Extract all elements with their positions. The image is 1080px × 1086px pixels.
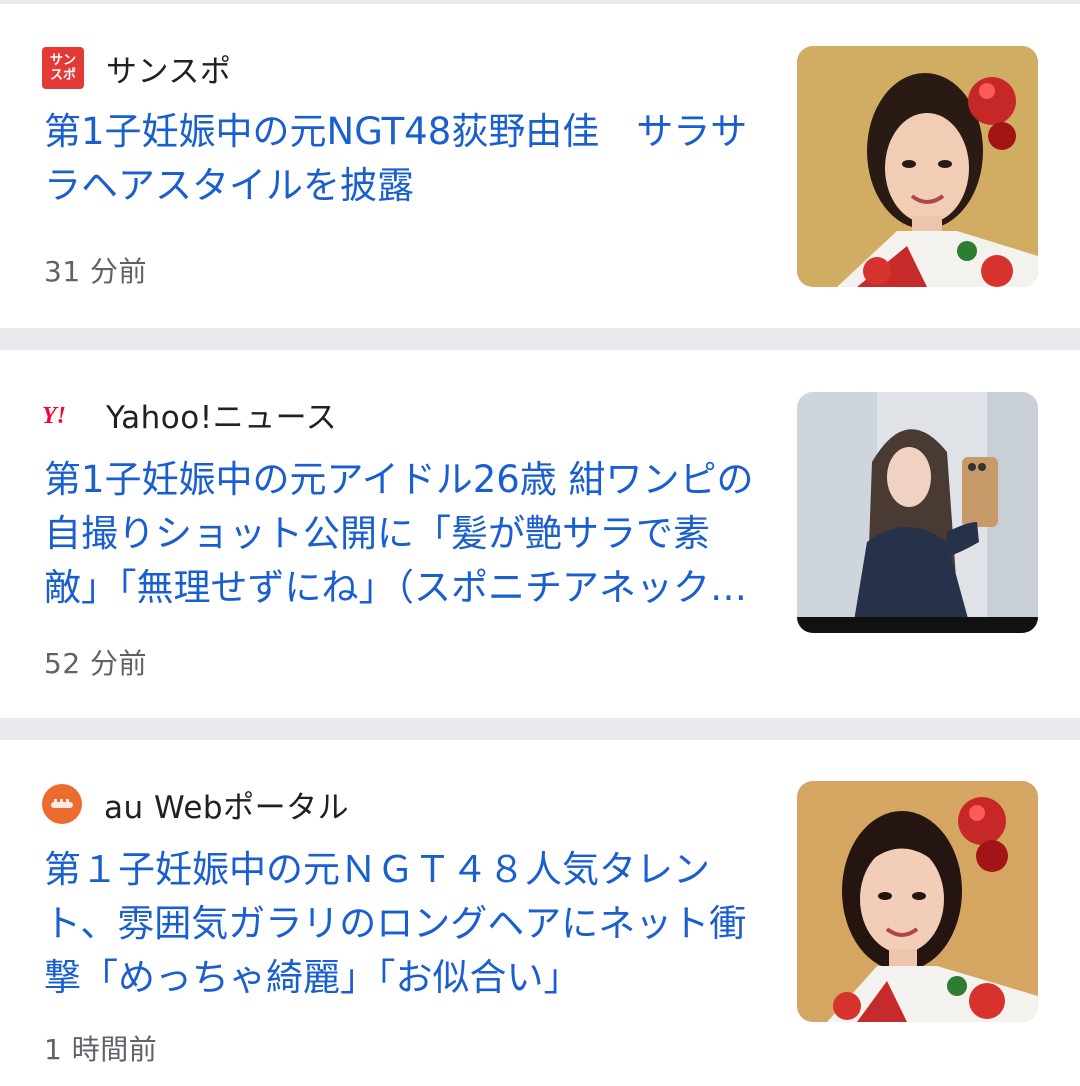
article-thumbnail[interactable] [797, 781, 1038, 1022]
news-card-3[interactable]: au Webポータル 第１子妊娠中の元ＮＧＴ４８人気タレント、雰囲気ガラリのロン… [0, 740, 1080, 1086]
news-card-2[interactable]: Y! Yahoo!ニュース 第1子妊娠中の元アイドル26歳 紺ワンピの自撮りショ… [0, 350, 1080, 718]
article-thumbnail[interactable] [797, 46, 1038, 287]
source-row: サン スポ サンスポ [42, 47, 232, 90]
sansupo-logo-icon: サン スポ [42, 47, 84, 89]
card-separator [0, 718, 1080, 740]
selfie-image [797, 392, 1038, 633]
article-title[interactable]: 第１子妊娠中の元ＮＧＴ４８人気タレント、雰囲気ガラリのロングヘアにネット衝撃「め… [44, 843, 754, 1005]
source-row: Y! Yahoo!ニュース [42, 393, 338, 436]
source-name: サンスポ [106, 53, 232, 90]
article-title[interactable]: 第1子妊娠中の元NGT48荻野由佳 サラサラヘアスタイルを披露 [44, 105, 754, 213]
source-row: au Webポータル [42, 783, 350, 826]
source-name: Yahoo!ニュース [106, 399, 338, 436]
au-logo-icon [42, 784, 82, 824]
article-title[interactable]: 第1子妊娠中の元アイドル26歳 紺ワンピの自撮りショット公開に「髪が艶サラで素敵… [44, 453, 754, 615]
yahoo-logo-icon: Y! [42, 399, 84, 429]
article-time: 52 分前 [44, 647, 148, 680]
portrait-image [797, 781, 1038, 1022]
article-time: 31 分前 [44, 255, 148, 288]
news-card-1[interactable]: サン スポ サンスポ 第1子妊娠中の元NGT48荻野由佳 サラサラヘアスタイルを… [0, 4, 1080, 328]
yahoo-logo-text: Y! [42, 403, 66, 429]
sansupo-logo-line: サン [49, 53, 76, 68]
portrait-image [797, 46, 1038, 287]
source-name: au Webポータル [104, 789, 350, 826]
card-separator [0, 328, 1080, 350]
article-thumbnail[interactable] [797, 392, 1038, 633]
article-time: 1 時間前 [44, 1033, 158, 1066]
sansupo-logo-line: スポ [49, 68, 76, 83]
